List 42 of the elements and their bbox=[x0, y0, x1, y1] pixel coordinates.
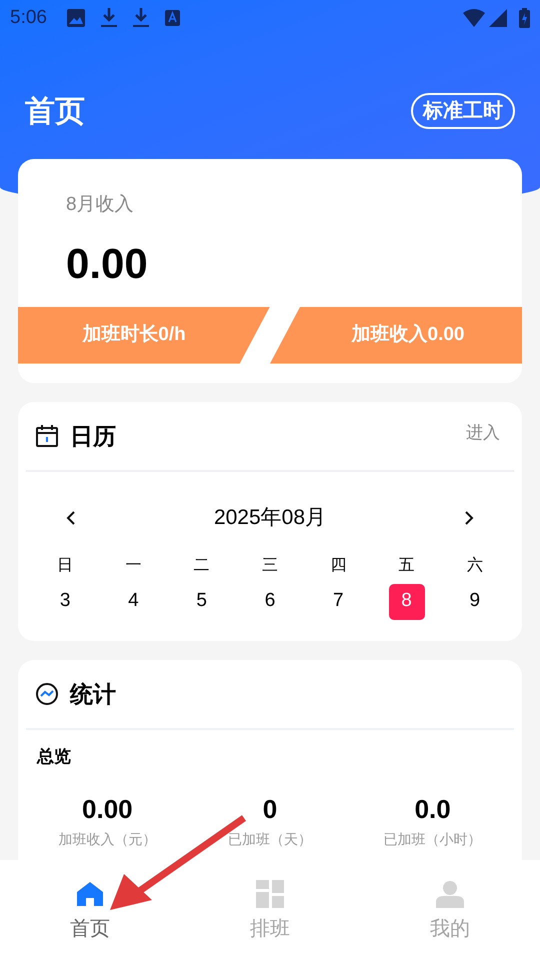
signal-icon bbox=[489, 9, 507, 27]
calendar-day[interactable]: 9 bbox=[456, 584, 493, 620]
calendar-day[interactable]: 8 bbox=[388, 584, 425, 620]
weekday-label: 二 bbox=[194, 556, 210, 576]
standard-hours-button[interactable]: 标准工时 bbox=[411, 93, 515, 129]
stat-value: 0 bbox=[262, 792, 278, 826]
enter-link[interactable]: 进入 bbox=[466, 420, 500, 446]
income-amount: 0.00 bbox=[66, 238, 149, 288]
calendar-day[interactable]: 3 bbox=[47, 584, 84, 620]
weekday-label: 五 bbox=[398, 556, 415, 576]
calendar-day[interactable]: 6 bbox=[252, 584, 288, 620]
calendar-title: 日历 bbox=[70, 422, 116, 451]
image-icon bbox=[66, 9, 85, 27]
calendar-icon bbox=[36, 425, 58, 447]
download-icon bbox=[100, 8, 117, 28]
tab-item[interactable]: 首页 bbox=[0, 880, 180, 944]
calendar-day[interactable]: 7 bbox=[320, 584, 356, 620]
stat-label: 已加班（天） bbox=[228, 830, 312, 848]
download-icon bbox=[132, 8, 149, 28]
weekday-label: 六 bbox=[466, 556, 483, 576]
app-icon bbox=[164, 10, 180, 26]
wifi-icon bbox=[463, 9, 485, 27]
previous-month-icon[interactable] bbox=[66, 510, 76, 525]
income-label: 8月收入 bbox=[66, 193, 135, 217]
next-month-icon[interactable] bbox=[464, 510, 474, 525]
battery-icon bbox=[519, 8, 530, 28]
month-label: 2025年08月 bbox=[214, 505, 326, 531]
chart-icon bbox=[36, 683, 58, 705]
weekday-label: 日 bbox=[57, 556, 74, 576]
calendar-day[interactable]: 5 bbox=[184, 584, 220, 620]
stats-title: 统计 bbox=[70, 680, 116, 709]
overview-label: 总览 bbox=[37, 746, 72, 768]
calendar-day[interactable]: 4 bbox=[115, 584, 152, 620]
stat-value: 0.0 bbox=[414, 792, 451, 826]
stat-label: 加班收入（元） bbox=[58, 830, 156, 848]
status-time: 5:06 bbox=[10, 6, 47, 30]
weekday-label: 一 bbox=[125, 556, 142, 576]
stat-value: 0.00 bbox=[82, 792, 133, 826]
page-title: 首页 bbox=[25, 94, 85, 130]
stat-label: 已加班（小时） bbox=[384, 830, 482, 848]
weekday-label: 四 bbox=[330, 556, 346, 576]
weekday-label: 三 bbox=[262, 556, 278, 576]
